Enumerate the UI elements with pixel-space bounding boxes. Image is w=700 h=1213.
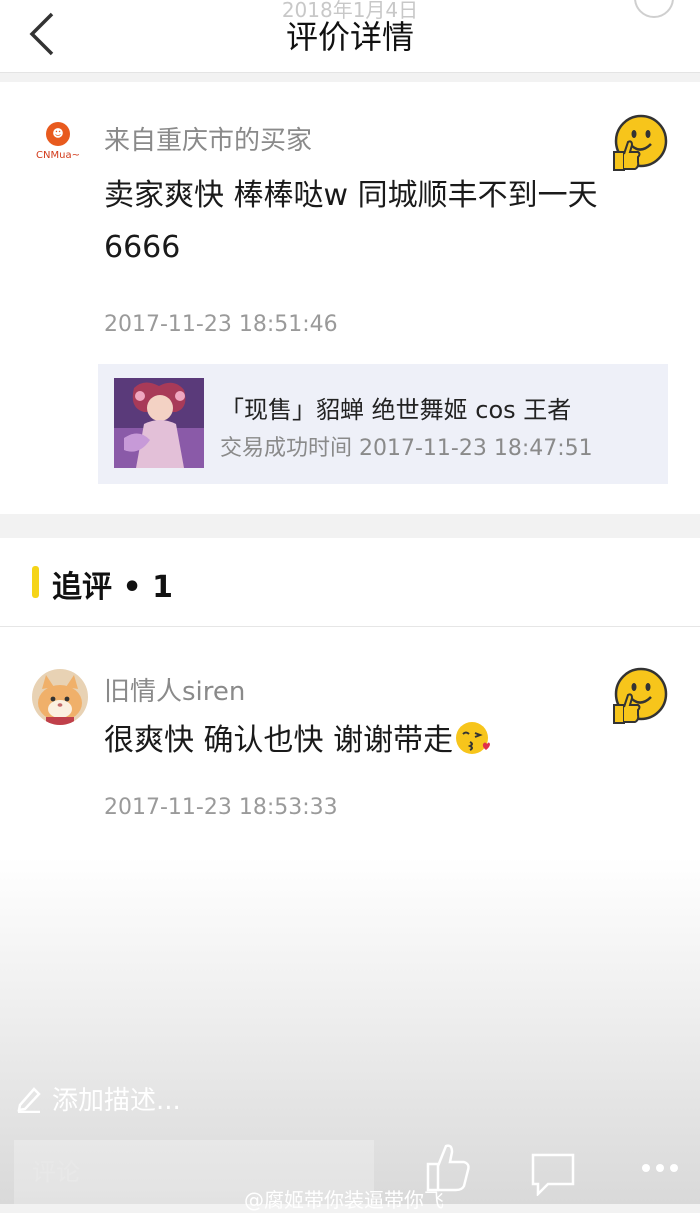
- page-title: 评价详情: [285, 18, 414, 56]
- add-description-button[interactable]: 添加描述...: [16, 1080, 181, 1120]
- followup-time: 2017-11-23 18:53:33: [104, 795, 338, 820]
- followup-text: 很爽快 确认也快 谢谢带走: [104, 723, 454, 758]
- shop-logo-mark: ☻: [46, 122, 70, 146]
- add-description-label: 添加描述...: [52, 1086, 181, 1116]
- followup-user: 旧情人siren: [104, 677, 246, 707]
- review-time: 2017-11-23 18:51:46: [104, 312, 338, 337]
- more-dots-icon[interactable]: [640, 1160, 680, 1179]
- product-image: [114, 378, 204, 468]
- buyer-name: 来自重庆市的买家: [104, 126, 313, 156]
- avatar[interactable]: [32, 669, 88, 725]
- comment-bubble-icon[interactable]: [530, 1152, 576, 1200]
- top-bar: 2018年1月4日 评价详情: [0, 0, 700, 73]
- review-card: ☻ CNMua~ 来自重庆市的买家 卖家爽快 棒棒哒w 同城顺丰不到一天6666…: [0, 82, 700, 514]
- shop-logo[interactable]: ☻ CNMua~: [30, 122, 86, 178]
- pen-icon: [16, 1085, 42, 1120]
- shop-logo-text: CNMua~: [36, 150, 80, 161]
- followup-accent-bar: [32, 566, 39, 598]
- followup-header: 追评 • 1: [0, 538, 700, 627]
- product-name: 「现售」貂蝉 绝世舞姬 cos 王者: [220, 396, 572, 424]
- review-text: 卖家爽快 棒棒哒w 同城顺丰不到一天6666: [104, 178, 598, 265]
- followup-comment: 很爽快 确认也快 谢谢带走: [104, 719, 491, 763]
- followup-title: 追评 • 1: [52, 570, 173, 605]
- product-deal-time: 交易成功时间 2017-11-23 18:47:51: [220, 436, 593, 461]
- watermark: @腐姬带你装逼带你飞: [244, 1188, 444, 1212]
- thumbs-up-emoji-icon[interactable]: [610, 112, 670, 172]
- kiss-emoji-icon: [455, 720, 491, 756]
- thumbs-up-emoji-icon[interactable]: [610, 665, 670, 725]
- product-card[interactable]: 「现售」貂蝉 绝世舞姬 cos 王者 交易成功时间 2017-11-23 18:…: [98, 364, 668, 484]
